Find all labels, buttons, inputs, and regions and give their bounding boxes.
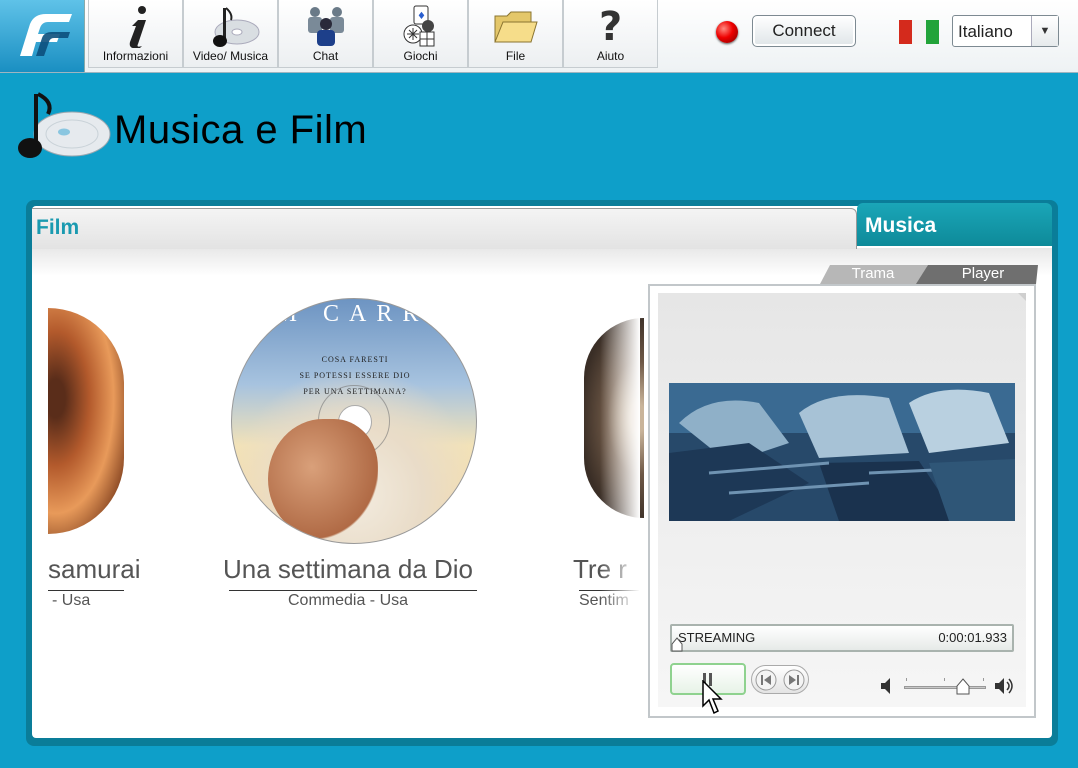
progress-handle-icon[interactable]	[671, 637, 683, 652]
corner-fold-icon	[1018, 293, 1026, 301]
volume-ticks	[904, 678, 986, 682]
carousel-fade	[600, 290, 640, 620]
streaming-progress[interactable]: STREAMING 0:00:01.933	[670, 624, 1014, 652]
app-logo[interactable]	[0, 0, 85, 72]
language-value: Italiano	[958, 22, 1013, 41]
help-icon: ?	[599, 4, 622, 48]
disc-subtitle: Commedia - Usa	[288, 592, 409, 609]
volume-handle-icon[interactable]	[956, 678, 970, 696]
info-icon	[129, 6, 146, 48]
subtab-player[interactable]: Player	[944, 264, 1022, 284]
logo-icon	[20, 14, 72, 56]
language-select[interactable]: Italiano ▼	[952, 15, 1059, 47]
disc-subtitle: - Usa	[52, 592, 91, 609]
nav-item-video-musica[interactable]: Video/ Musica	[183, 0, 278, 68]
svg-text:♦: ♦	[417, 11, 426, 22]
volume-low-icon[interactable]	[879, 676, 897, 696]
disc-title: samurai	[48, 554, 141, 584]
disc-tagline-1: COSA FARESTI	[321, 355, 389, 364]
tab-film-label: Film	[36, 216, 80, 239]
disc-top-text: M CARR	[275, 301, 429, 327]
disc-title-underline	[48, 590, 124, 591]
prev-next-group	[751, 665, 809, 694]
nav-item-informazioni[interactable]: Informazioni	[88, 0, 183, 68]
page-title: Musica e Film	[114, 108, 368, 152]
disc-title-underline	[229, 590, 477, 591]
nav-label: Giochi	[403, 49, 438, 63]
chat-people-icon	[307, 7, 344, 46]
nav-item-file[interactable]: File	[468, 0, 563, 68]
video-frame[interactable]	[669, 383, 1015, 521]
disc-tagline-2: SE POTESSI ESSERE DIO	[299, 371, 411, 380]
tab-film[interactable]: Film	[32, 208, 857, 249]
music-disc-icon	[18, 92, 111, 158]
italian-flag-icon	[899, 20, 939, 44]
previous-icon[interactable]	[755, 669, 777, 691]
nav-item-giochi[interactable]: ♦ Giochi	[373, 0, 468, 68]
disc-cover-center[interactable]: M CARR COSA FARESTI SE POTESSI ESSERE DI…	[231, 298, 477, 544]
video-image	[669, 383, 1015, 521]
connection-status-icon	[716, 21, 738, 43]
streaming-status: STREAMING	[678, 630, 756, 645]
mouse-cursor-icon	[702, 680, 723, 715]
chevron-down-icon[interactable]: ▼	[1031, 16, 1058, 46]
music-disc-icon	[212, 7, 259, 47]
tab-musica-label: Musica	[865, 214, 937, 237]
connect-button[interactable]: Connect	[752, 15, 856, 47]
tab-musica[interactable]: Musica	[857, 203, 1052, 246]
nav-item-chat[interactable]: Chat	[278, 0, 373, 68]
games-icon: ♦	[403, 5, 434, 47]
main-nav: Informazioni Video/ Musica Chat ♦ Giochi…	[88, 0, 658, 68]
volume-track[interactable]	[904, 686, 986, 689]
nav-label: Aiuto	[596, 49, 625, 63]
svg-text:?: ?	[599, 4, 622, 48]
nav-label: File	[505, 49, 526, 63]
playback-time: 0:00:01.933	[938, 630, 1007, 645]
disc-figure	[268, 419, 378, 539]
disc-title: Una settimana da Dio	[223, 554, 474, 584]
volume-high-icon[interactable]	[993, 676, 1017, 696]
subtab-trama[interactable]: Trama	[840, 264, 906, 284]
nav-item-aiuto[interactable]: ? Aiuto	[563, 0, 658, 68]
next-icon[interactable]	[783, 669, 805, 691]
folder-icon	[493, 11, 538, 43]
nav-label: Chat	[312, 49, 339, 63]
nav-label: Informazioni	[102, 49, 169, 63]
nav-label: Video/ Musica	[192, 49, 269, 63]
